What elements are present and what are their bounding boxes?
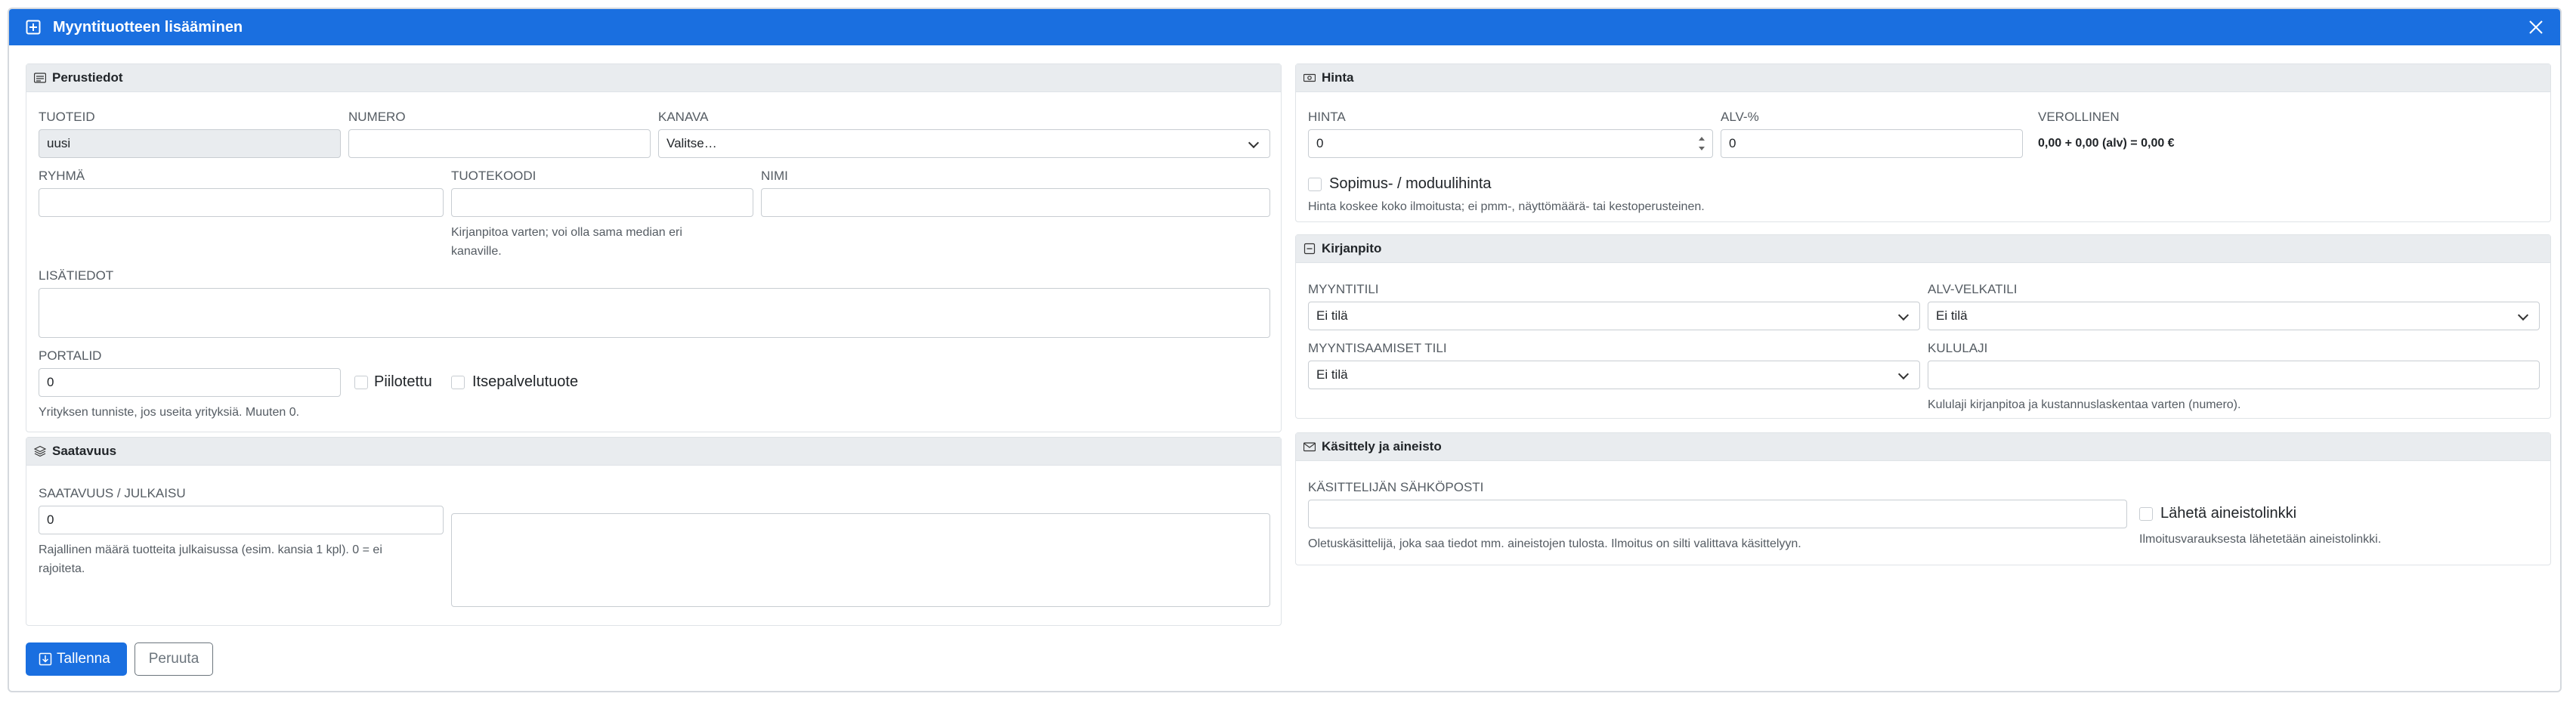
saatavuus-help-line-1: Rajallinen määrä tuotteita julkaisussa (…	[39, 543, 382, 556]
numero-input[interactable]	[348, 129, 651, 158]
nimi-label: NIMI	[761, 169, 788, 183]
linkki-checkbox[interactable]	[2139, 507, 2153, 521]
cancel-button[interactable]: Peruuta	[135, 642, 213, 676]
hinta-help: Hinta koskee koko ilmoitusta; ei pmm-, n…	[1308, 200, 1705, 213]
save-button[interactable]: Tallenna	[26, 642, 127, 676]
saatavuus-header: Saatavuus	[26, 438, 1281, 466]
verollinen-label: VEROLLINEN	[2038, 110, 2120, 124]
kasittely-title: Käsittely ja aineisto	[1322, 439, 1442, 454]
hinta-label: HINTA	[1308, 110, 1346, 124]
itsepalvelu-label: Itsepalvelutuote	[472, 373, 579, 390]
modal-header: Myyntituotteen lisääminen	[9, 9, 2560, 45]
myyntisaamiset-label: MYYNTISAAMISET TILI	[1308, 341, 1447, 355]
modal-title: Myyntituotteen lisääminen	[53, 19, 243, 36]
saatavuus-label: SAATAVUUS / JULKAISU	[39, 486, 186, 500]
close-icon[interactable]	[2527, 18, 2545, 36]
alv-input[interactable]: 0	[1721, 129, 2023, 158]
tuoteid-label: TUOTEID	[39, 110, 95, 124]
portalid-label: PORTALID	[39, 348, 102, 363]
sopimus-label: Sopimus- / moduulihinta	[1329, 175, 1492, 192]
piilotettu-label: Piilotettu	[374, 373, 432, 390]
lisatiedot-label: LISÄTIEDOT	[39, 268, 114, 283]
myyntitili-select[interactable]: Ei tilä	[1308, 302, 1920, 330]
myyntitili-label: MYYNTITILI	[1308, 282, 1379, 296]
perustiedot-title: Perustiedot	[52, 70, 123, 85]
portalid-help: Yrityksen tunniste, jos useita yrityksiä…	[39, 406, 300, 419]
kasittely-card: Käsittely ja aineisto KÄSITTELIJÄN SÄHKÖ…	[1295, 432, 2551, 565]
tuotekoodi-help: Kirjanpitoa varten; voi olla sama median…	[451, 223, 682, 261]
kirjanpito-title: Kirjanpito	[1322, 241, 1382, 255]
tuotekoodi-help-line-2: kanaville.	[451, 245, 502, 258]
tuotekoodi-label: TUOTEKOODI	[451, 169, 537, 183]
alvvelkatili-select[interactable]: Ei tilä	[1928, 302, 2540, 330]
tuoteid-field: uusi	[39, 129, 341, 158]
ryhma-label: RYHMÄ	[39, 169, 85, 183]
hinta-header: Hinta	[1296, 64, 2550, 92]
nimi-input[interactable]	[761, 188, 1270, 217]
kirjanpito-card: Kirjanpito MYYNTITILI Ei tilä ALV-VELKAT…	[1295, 234, 2551, 419]
cancel-button-label: Peruuta	[148, 651, 199, 667]
piilotettu-checkbox[interactable]	[354, 376, 368, 389]
save-button-label: Tallenna	[57, 651, 110, 667]
itsepalvelu-checkbox[interactable]	[451, 376, 465, 389]
ryhma-input[interactable]	[39, 188, 444, 217]
envelope-icon	[1303, 442, 1316, 452]
linkki-help: Ilmoitusvarauksesta lähetetään aineistol…	[2139, 533, 2382, 546]
lisatiedot-textarea[interactable]	[39, 288, 1270, 338]
saatavuus-input[interactable]: 0	[39, 506, 444, 534]
kirjanpito-header: Kirjanpito	[1296, 235, 2550, 263]
perustiedot-header: Perustiedot	[26, 64, 1281, 92]
email-help: Oletuskäsittelijä, joka saa tiedot mm. a…	[1308, 537, 1801, 550]
saatavuus-notes-textarea[interactable]	[451, 513, 1270, 607]
kululaji-label: KULULAJI	[1928, 341, 1988, 355]
perustiedot-card: Perustiedot TUOTEID uusi NUMERO KANAVA V…	[26, 63, 1282, 432]
plus-square-icon	[26, 20, 41, 35]
email-input[interactable]	[1308, 500, 2127, 528]
stepper-icon[interactable]	[1696, 132, 1707, 155]
tuotekoodi-help-line-1: Kirjanpitoa varten; voi olla sama median…	[451, 226, 682, 239]
kululaji-input[interactable]	[1928, 361, 2540, 389]
numero-label: NUMERO	[348, 110, 406, 124]
saatavuus-help: Rajallinen määrä tuotteita julkaisussa (…	[39, 540, 382, 578]
email-label: KÄSITTELIJÄN SÄHKÖPOSTI	[1308, 480, 1484, 494]
saatavuus-card: Saatavuus SAATAVUUS / JULKAISU 0 Rajalli…	[26, 437, 1282, 626]
save-icon	[39, 652, 52, 666]
cash-icon	[1303, 73, 1316, 82]
sopimus-checkbox[interactable]	[1308, 178, 1322, 191]
alv-label: ALV-%	[1721, 110, 1759, 124]
saatavuus-title: Saatavuus	[52, 444, 117, 458]
hinta-title: Hinta	[1322, 70, 1354, 85]
hinta-card: Hinta HINTA 0 ALV-% 0 VEROLLINEN 0,00 + …	[1295, 63, 2551, 222]
layers-icon	[34, 445, 46, 457]
kanava-select[interactable]: Valitse…	[658, 129, 1270, 158]
kasittely-header: Käsittely ja aineisto	[1296, 433, 2550, 461]
verollinen-value: 0,00 + 0,00 (alv) = 0,00 €	[2038, 137, 2175, 150]
alvvelkatili-label: ALV-VELKATILI	[1928, 282, 2018, 296]
kanava-label: KANAVA	[658, 110, 709, 124]
kululaji-help: Kululaji kirjanpitoa ja kustannuslaskent…	[1928, 398, 2241, 411]
saatavuus-help-line-2: rajoiteta.	[39, 562, 85, 575]
linkki-label: Lähetä aineistolinkki	[2160, 505, 2297, 522]
journal-icon	[1303, 243, 1316, 255]
tuotekoodi-input[interactable]	[451, 188, 753, 217]
myyntisaamiset-select[interactable]: Ei tilä	[1308, 361, 1920, 389]
portalid-input[interactable]: 0	[39, 368, 341, 397]
card-text-icon	[34, 73, 46, 83]
hinta-input[interactable]: 0	[1308, 129, 1713, 158]
product-add-modal: Myyntituotteen lisääminen Perustiedot TU…	[8, 8, 2562, 692]
